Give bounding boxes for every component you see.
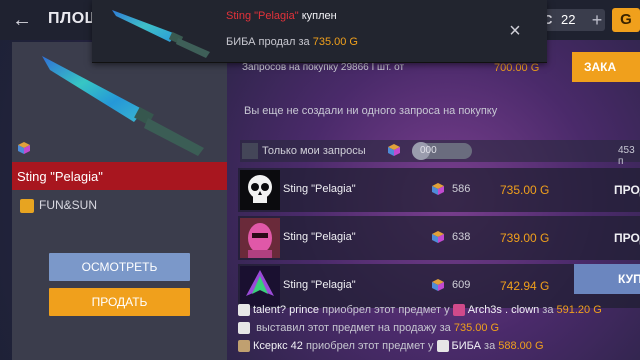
buy-action-button[interactable]: КУП (574, 264, 640, 294)
feed-other: Arch3s . clown (467, 304, 540, 316)
feed-text: приобрел этот предмет у (322, 304, 450, 316)
feed-entry: Ксеркс 42 приобрел этот предмет у БИБА з… (238, 340, 544, 356)
notification-sold-text: продал за (258, 36, 310, 48)
feed-text: выставил этот предмет на продажу за (256, 322, 451, 334)
feed-za: за (484, 340, 496, 352)
feed-user: talent? prince (253, 304, 320, 316)
feed-entry: talent? prince приобрел этот предмет у A… (238, 304, 602, 320)
sell-action-button[interactable]: ПРОД (614, 231, 640, 245)
user-avatar-icon (452, 304, 465, 317)
rarity-cube-icon (18, 142, 30, 154)
view-button[interactable]: ОСМОТРЕТЬ (49, 253, 190, 281)
item-name-bar: Sting "Pelagia" (12, 162, 227, 190)
my-requests-checkbox[interactable] (242, 143, 258, 159)
item-panel: Sting "Pelagia" FUN&SUN ОСМОТРЕТЬ ПРОДАТ… (12, 42, 227, 360)
listing-price: 735.00 G (500, 183, 550, 197)
order-button[interactable]: ЗАКА (572, 52, 640, 82)
listing-name: Sting "Pelagia" (283, 183, 356, 195)
user-avatar-icon (238, 322, 250, 335)
listing-qty: 638 (452, 231, 471, 243)
listing-name: Sting "Pelagia" (283, 231, 356, 243)
filter-row: Только мои запросы 000 453 п (240, 140, 640, 167)
rarity-cube-icon (388, 144, 400, 156)
item-name: Sting "Pelagia" (17, 169, 103, 184)
request-count-text: Запросов на покупку 29866 I шт. от (242, 62, 405, 73)
close-icon[interactable]: × (504, 20, 526, 42)
knife-thumbnail-icon (112, 10, 210, 58)
sell-button[interactable]: ПРОДАТЬ (49, 288, 190, 316)
notification-item-name: Sting "Pelagia" (226, 10, 299, 22)
listing-qty: 586 (452, 183, 471, 195)
notification-price: 735.00 G (312, 36, 358, 48)
rarity-cube-icon (432, 183, 444, 195)
collection-label: FUN&SUN (20, 198, 97, 213)
feed-za: за (542, 304, 554, 316)
feed-price: 588.00 G (498, 340, 544, 352)
activity-feed: talent? prince приобрел этот предмет у A… (238, 300, 640, 360)
listing-row[interactable]: Sting "Pelagia" 586 735.00 G ПРОД (238, 168, 640, 212)
back-arrow-icon[interactable]: ← (10, 8, 34, 32)
user-avatar-icon (238, 340, 250, 353)
sell-action-button[interactable]: ПРОД (614, 183, 640, 197)
user-avatar-icon (238, 304, 250, 317)
pink-mask-avatar-icon (240, 218, 280, 258)
feed-user: Ксеркс 42 (253, 340, 303, 352)
skull-avatar-icon (240, 170, 280, 210)
listing-price: 742.94 G (500, 279, 550, 293)
coin-value: 22 (561, 12, 576, 27)
knife-preview-icon (42, 56, 204, 156)
gold-icon[interactable]: G (612, 8, 640, 32)
feed-price: 591.20 G (556, 304, 602, 316)
feed-other: БИБА (451, 340, 481, 352)
filter-label: Только мои запросы (262, 145, 366, 157)
request-price: 700.00 G (494, 62, 540, 74)
listing-row[interactable]: Sting "Pelagia" 638 739.00 G ПРОД (238, 216, 640, 260)
feed-price: 735.00 G (453, 322, 500, 334)
toggle-text: 000 (420, 145, 437, 156)
rarity-cube-icon (432, 231, 444, 243)
notification-seller: БИБА (226, 36, 256, 48)
rarity-cube-icon (432, 279, 444, 291)
user-avatar-icon (436, 340, 449, 353)
add-currency-button[interactable]: + (589, 9, 605, 31)
rarity-filter-toggle[interactable]: 000 (412, 142, 472, 160)
empty-requests-message: Вы еще не создали ни одного запроса на п… (244, 105, 498, 117)
notification-status: куплен (301, 10, 337, 22)
listing-price: 739.00 G (500, 231, 550, 245)
listing-count: 453 п (618, 145, 635, 167)
feed-text: приобрел этот предмет у (305, 340, 434, 352)
collection-name: FUN&SUN (39, 198, 98, 212)
listing-name: Sting "Pelagia" (283, 279, 356, 291)
listing-qty: 609 (452, 279, 471, 291)
collection-icon (20, 198, 34, 213)
purchase-notification: Sting "Pelagia" куплен БИБА продал за 73… (92, 0, 547, 63)
feed-entry: выставил этот предмет на продажу за 735.… (238, 322, 499, 338)
